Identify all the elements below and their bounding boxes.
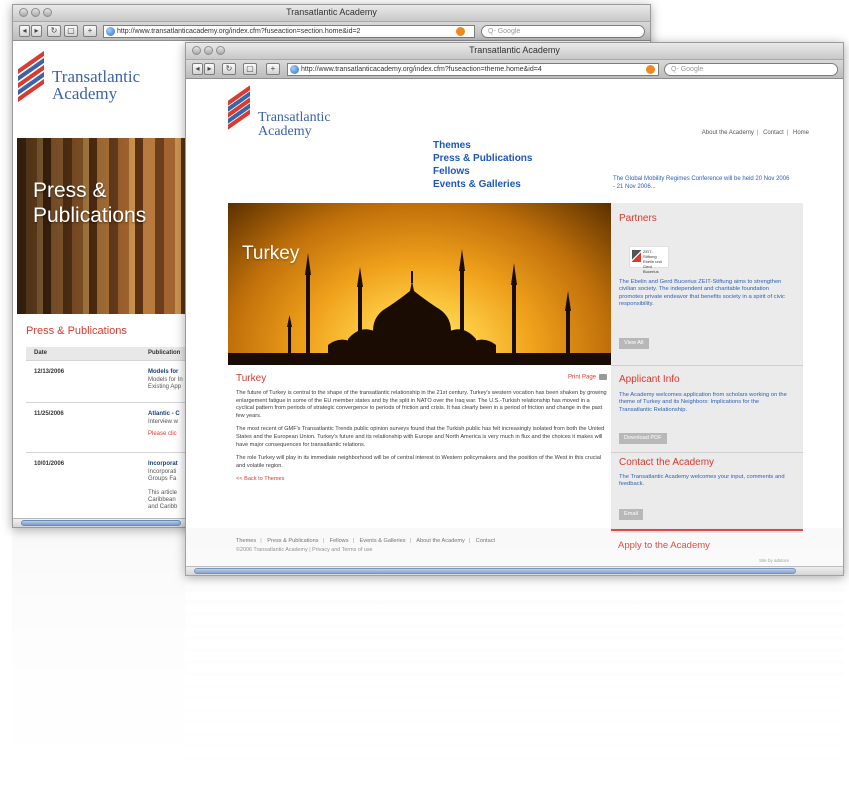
row-summary: Existing App	[148, 384, 182, 390]
front-page-content: Transatlantic Academy Themes Press & Pub…	[186, 80, 843, 566]
utility-links: About the Academy | Contact | Home	[701, 130, 809, 136]
partners-section: Partners ZEIT-Stiftung Ebelin und Gerd B…	[611, 203, 803, 366]
row-title-link[interactable]: Models for	[148, 369, 178, 375]
row-summary: Caribbean	[148, 497, 176, 503]
logo-line1: Transatlantic	[52, 67, 141, 86]
print-page-link[interactable]: Print Page	[568, 374, 608, 381]
site-logo[interactable]: Transatlantic Academy	[228, 85, 331, 139]
row-date: 10/01/2006	[34, 461, 65, 467]
row-title-link[interactable]: Atlantic - C	[148, 411, 180, 417]
section-title: Press & Publications	[26, 325, 127, 337]
hero-title-line1: Press &	[33, 179, 107, 202]
row-click-link[interactable]: Please clic	[148, 431, 177, 437]
front-browser-window: Transatlantic Academy ◂ ▸ ↻ ▢ + http://w…	[185, 42, 844, 576]
rss-icon[interactable]	[456, 27, 465, 36]
header-date: Date	[34, 350, 48, 356]
article-title: Turkey	[236, 373, 267, 384]
row-summary: and Caribb	[148, 504, 178, 510]
front-toolbar: ◂ ▸ ↻ ▢ + http://www.transatlanticacadem…	[186, 60, 843, 79]
download-pdf-button[interactable]: Download PDF	[619, 433, 667, 444]
applicant-section: Applicant Info The Academy welcomes appl…	[611, 366, 803, 453]
reload-icon[interactable]: ↻	[222, 63, 236, 75]
address-bar[interactable]: http://www.transatlanticacademy.org/inde…	[287, 63, 659, 76]
row-summary: Models for In	[148, 377, 183, 383]
site-globe-icon	[106, 27, 115, 36]
article-paragraph: The most recent of GMF's Transatlantic T…	[236, 426, 605, 448]
reflection-effect	[12, 528, 844, 790]
nav-fellows[interactable]: Fellows	[433, 165, 532, 178]
contact-title: Contact the Academy	[619, 457, 715, 468]
email-button[interactable]: Email	[619, 509, 643, 520]
nav-themes[interactable]: Themes	[433, 139, 532, 152]
address-bar-url: http://www.transatlanticacademy.org/inde…	[117, 28, 361, 35]
article-paragraph: The role Turkey will play in its immedia…	[236, 455, 602, 469]
front-titlebar: Transatlantic Academy	[186, 43, 843, 60]
article-paragraph: The future of Turkey is central to the s…	[236, 390, 607, 419]
scrollbar-thumb[interactable]	[21, 520, 181, 526]
site-globe-icon	[290, 65, 299, 74]
forward-arrow-icon[interactable]: ▸	[31, 25, 42, 37]
row-summary: Groups Fa	[148, 476, 177, 482]
applicant-title: Applicant Info	[619, 374, 680, 385]
hero-title-line2: Publications	[33, 204, 147, 227]
header-publication: Publication	[148, 350, 181, 356]
hero-image: Turkey	[228, 203, 611, 365]
back-arrow-icon[interactable]: ◂	[19, 25, 30, 37]
article-body: The future of Turkey is central to the s…	[236, 390, 608, 490]
row-title-link[interactable]: Incorporat	[148, 461, 178, 467]
back-toolbar: ◂ ▸ ↻ ▢ + http://www.transatlanticacadem…	[13, 22, 650, 41]
forward-arrow-icon[interactable]: ▸	[204, 63, 215, 75]
contact-section: Contact the Academy The Transatlantic Ac…	[611, 453, 803, 533]
add-bookmark-icon[interactable]: +	[83, 25, 97, 37]
logo-flag-icon	[18, 50, 48, 104]
address-bar-url: http://www.transatlanticacademy.org/inde…	[301, 66, 542, 73]
window-title: Transatlantic Academy	[286, 7, 377, 17]
row-summary: This article	[148, 490, 178, 496]
bookmark-icon[interactable]: ▢	[243, 63, 257, 75]
applicant-text: The Academy welcomes application from sc…	[619, 392, 787, 413]
add-bookmark-icon[interactable]: +	[266, 63, 280, 75]
sidebar: Partners ZEIT-Stiftung Ebelin und Gerd B…	[611, 203, 803, 533]
back-titlebar: Transatlantic Academy	[13, 5, 650, 22]
partners-text: The Ebelin and Gerd Bucerius ZEIT-Stiftu…	[619, 279, 785, 308]
address-bar[interactable]: http://www.transatlanticacademy.org/inde…	[103, 25, 475, 38]
row-summary: Interview w	[148, 419, 179, 425]
contact-text: The Transatlantic Academy welcomes your …	[619, 474, 785, 488]
news-blurb-link[interactable]: The Global Mobility Regimes Conference w…	[613, 175, 793, 191]
hero-title: Turkey	[242, 243, 300, 264]
row-date: 11/25/2006	[34, 411, 64, 417]
search-input[interactable]: Q- Google	[481, 25, 645, 38]
row-summary: Incorporati	[148, 469, 177, 475]
back-arrow-icon[interactable]: ◂	[192, 63, 203, 75]
row-date: 12/13/2006	[34, 369, 65, 375]
main-nav: Themes Press & Publications Fellows Even…	[433, 139, 532, 191]
nav-events-galleries[interactable]: Events & Galleries	[433, 178, 532, 191]
partner-logo[interactable]: ZEIT-Stiftung Ebelin und Gerd Bucerius	[629, 246, 669, 274]
link-home[interactable]: Home	[793, 130, 809, 136]
nav-press-publications[interactable]: Press & Publications	[433, 152, 532, 165]
printer-icon	[599, 374, 608, 380]
link-contact[interactable]: Contact	[763, 130, 784, 136]
logo-line2: Academy	[52, 84, 118, 103]
bookmark-icon[interactable]: ▢	[64, 25, 78, 37]
site-logo[interactable]: Transatlantic Academy	[18, 50, 141, 104]
reload-icon[interactable]: ↻	[47, 25, 61, 37]
logo-line1: Transatlantic	[258, 110, 331, 125]
link-about[interactable]: About the Academy	[702, 130, 754, 136]
search-input[interactable]: Q- Google	[664, 63, 838, 76]
view-all-button[interactable]: View All	[619, 338, 649, 349]
back-to-themes-link[interactable]: << Back to Themes	[236, 476, 608, 484]
logo-flag-icon	[228, 85, 254, 133]
partners-title: Partners	[619, 213, 657, 224]
mosque-silhouette	[228, 249, 611, 365]
rss-icon[interactable]	[646, 65, 655, 74]
logo-line2: Academy	[258, 124, 312, 139]
window-title: Transatlantic Academy	[469, 45, 560, 55]
print-page-label: Print Page	[568, 374, 597, 381]
